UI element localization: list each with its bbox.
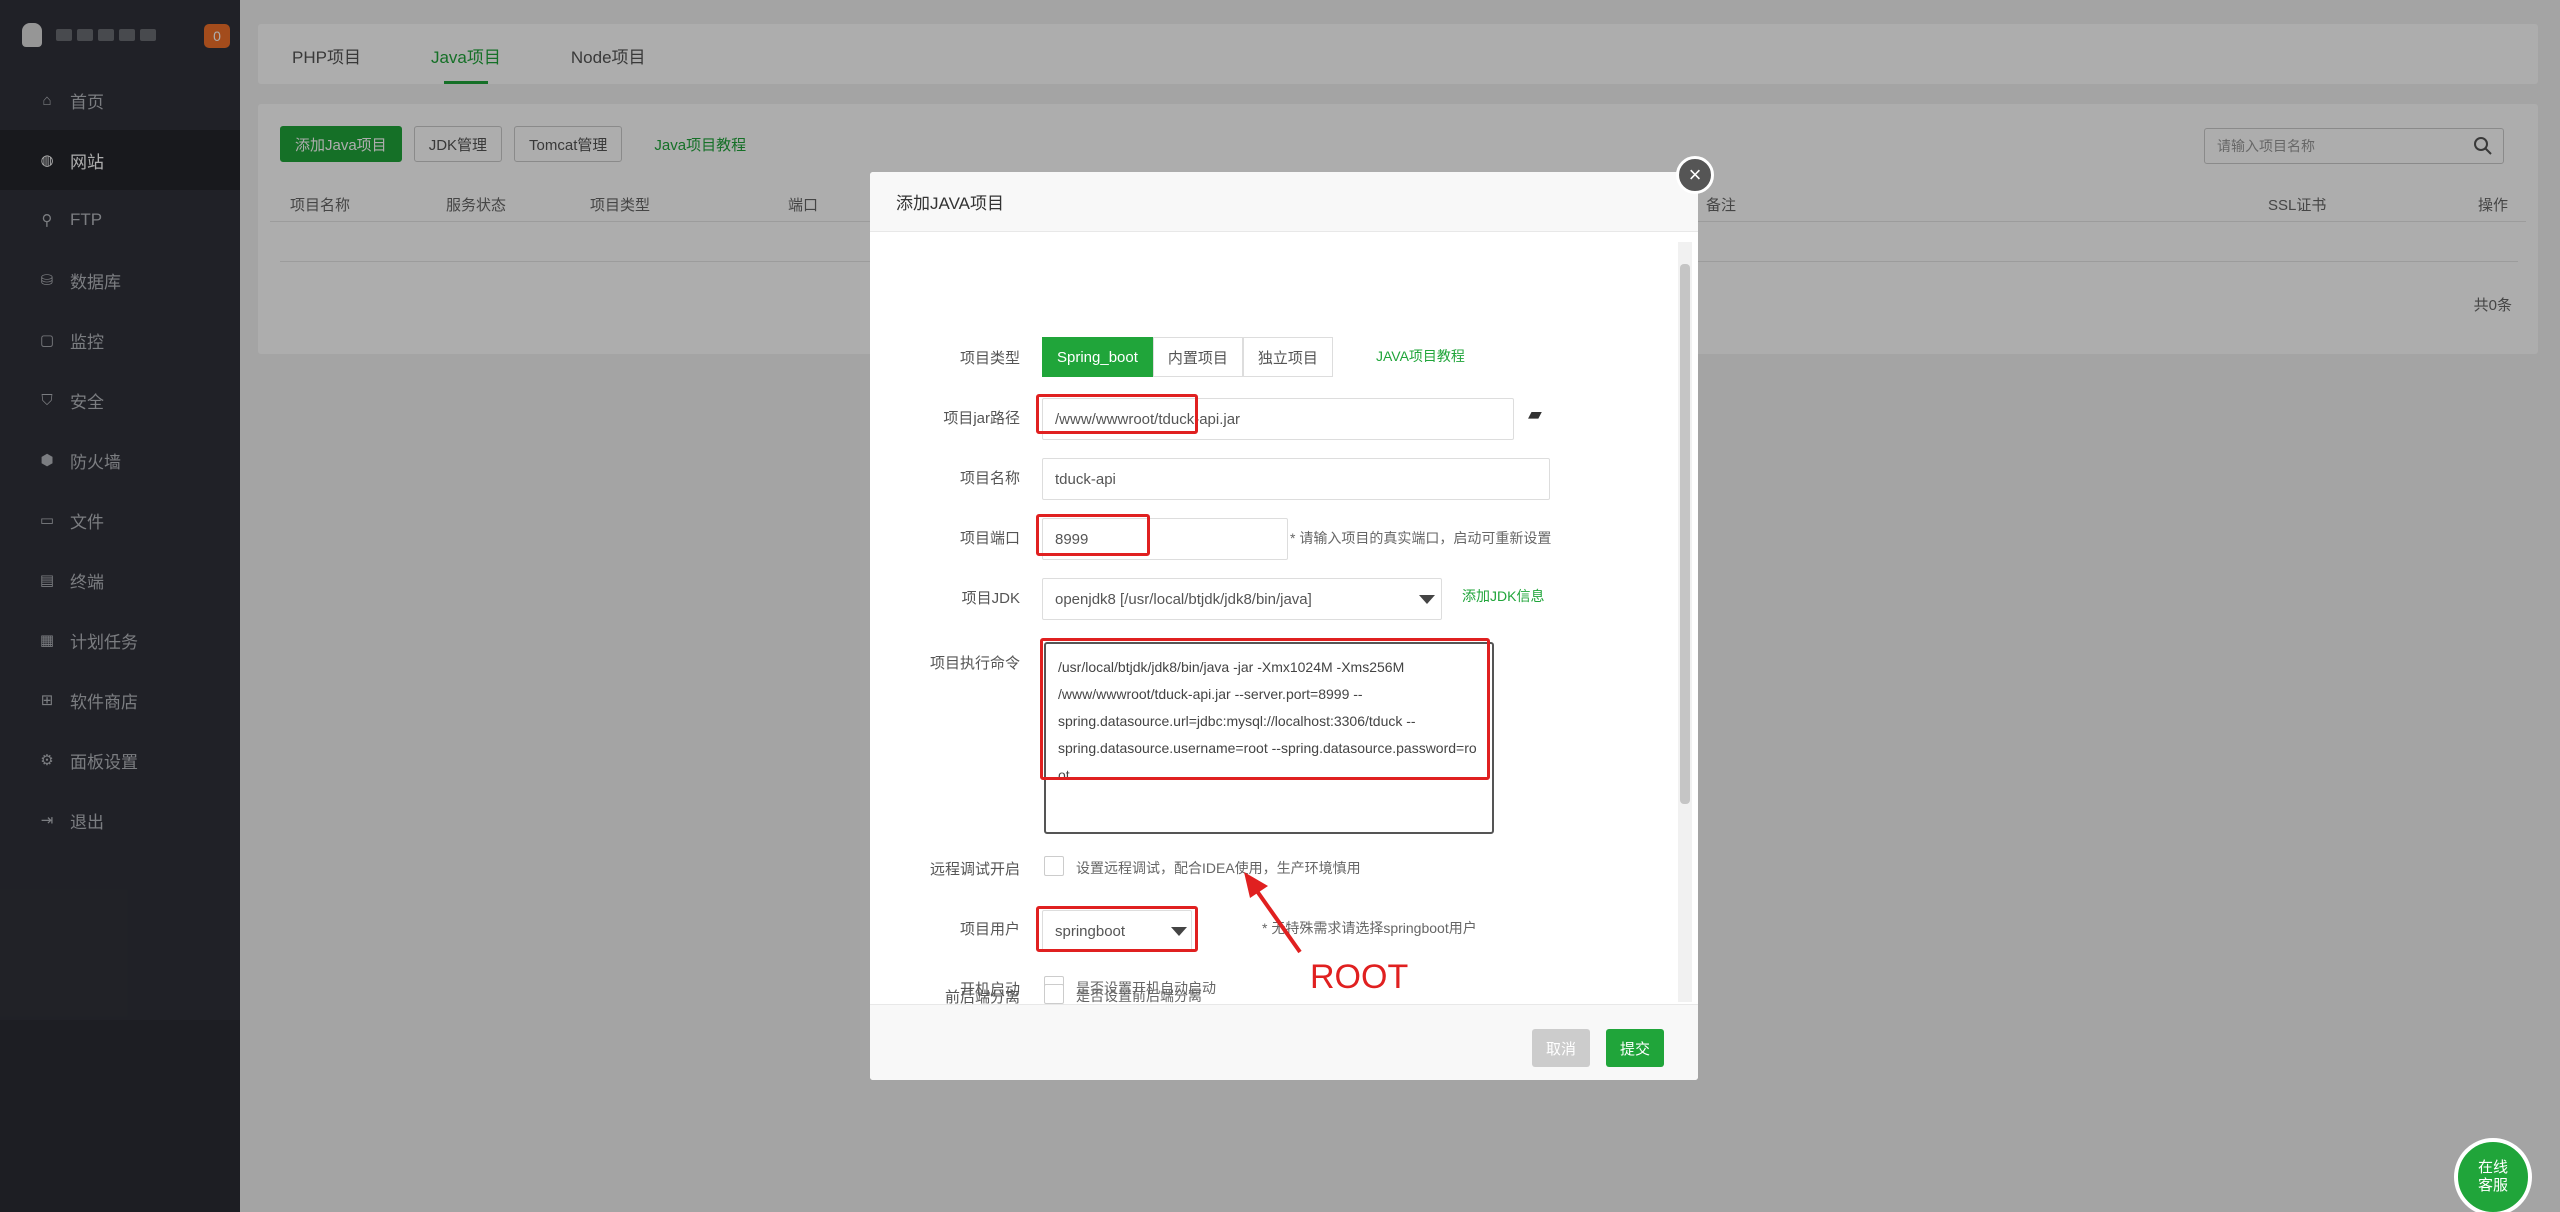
port-hint: * 请输入项目的真实端口，启动可重新设置 [1290, 530, 1552, 546]
project-user-value: springboot [1055, 922, 1126, 940]
dialog-title: 添加JAVA项目 [870, 172, 1698, 232]
folder-open-icon[interactable]: ▰ [1528, 404, 1542, 425]
project-port-label: 项目端口 [959, 530, 1020, 547]
type-builtin[interactable]: 内置项目 [1152, 337, 1243, 377]
jdk-select[interactable]: openjdk8 [/usr/local/btjdk/jdk8/bin/java… [1042, 578, 1442, 620]
project-jdk-label: 项目JDK [961, 590, 1020, 607]
project-name-input[interactable]: tduck-api [1042, 458, 1550, 500]
submit-button[interactable]: 提交 [1606, 1029, 1665, 1067]
type-spring-boot[interactable]: Spring_boot [1042, 337, 1153, 377]
dialog-scrollbar[interactable] [1678, 242, 1692, 1002]
command-line: /www/wwwroot/tduck-api.jar --server.port… [1058, 686, 1363, 702]
command-label: 项目执行命令 [929, 655, 1020, 672]
command-line: spring.datasource.url=jdbc:mysql://local… [1058, 713, 1416, 729]
split-label: 前后端分离 [944, 989, 1020, 1006]
support-label-2: 客服 [2477, 1177, 2508, 1194]
close-icon[interactable]: × [1676, 156, 1714, 194]
split-text: 是否设置前后端分离 [1076, 988, 1202, 1004]
project-name-label: 项目名称 [959, 470, 1020, 487]
chevron-down-icon [1419, 595, 1435, 604]
project-type-selector: Spring_boot 内置项目 独立项目 [1042, 337, 1333, 377]
remote-debug-label: 远程调试开启 [929, 861, 1020, 878]
java-tutorial-dialog-link[interactable]: JAVA项目教程 [1376, 346, 1465, 366]
support-label-1: 在线 [2477, 1159, 2508, 1176]
remote-debug-checkbox[interactable] [1044, 856, 1064, 876]
command-line: spring.datasource.username=root --spring… [1058, 740, 1477, 783]
jdk-select-value: openjdk8 [/usr/local/btjdk/jdk8/bin/java… [1055, 590, 1312, 608]
project-user-select[interactable]: springboot [1042, 910, 1192, 952]
project-type-label: 项目类型 [959, 350, 1020, 367]
command-line: /usr/local/btjdk/jdk8/bin/java -jar -Xmx… [1058, 659, 1405, 675]
type-standalone[interactable]: 独立项目 [1242, 337, 1333, 377]
add-jdk-link[interactable]: 添加JDK信息 [1462, 586, 1544, 606]
dialog-footer: 取消 提交 [870, 1004, 1698, 1080]
project-port-input[interactable]: 8999 [1042, 518, 1288, 560]
chevron-down-icon [1171, 927, 1187, 936]
split-checkbox[interactable] [1044, 984, 1064, 1004]
jar-path-input[interactable]: /www/wwwroot/tduck-api.jar [1042, 398, 1514, 440]
cancel-button[interactable]: 取消 [1532, 1029, 1591, 1067]
project-user-label: 项目用户 [959, 921, 1020, 938]
online-support-button[interactable]: 在线 客服 [2454, 1138, 2532, 1212]
annotation-root-label: ROOT [1310, 958, 1409, 996]
scrollbar-thumb[interactable] [1680, 264, 1690, 804]
jar-path-label: 项目jar路径 [943, 410, 1020, 427]
annotation-arrow-icon [1244, 872, 1302, 954]
command-textarea[interactable]: /usr/local/btjdk/jdk8/bin/java -jar -Xmx… [1044, 642, 1494, 834]
